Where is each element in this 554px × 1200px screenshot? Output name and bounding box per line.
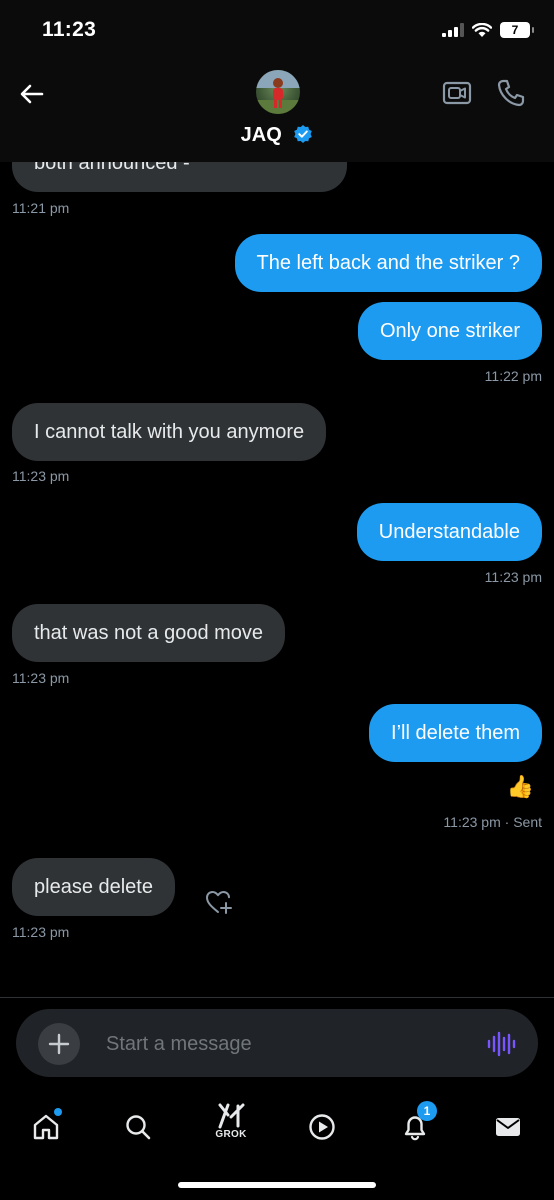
home-indicator (178, 1182, 376, 1188)
plus-icon (48, 1033, 70, 1055)
conversation-header: 11:23 7 JAQ (0, 0, 554, 162)
contact-name[interactable]: JAQ (241, 124, 282, 146)
message-timestamp: 11:23 pm (443, 814, 501, 830)
message-meta: 11:23 pm · Sent (443, 814, 542, 830)
play-circle-icon (309, 1114, 335, 1140)
message-timestamp: 11:23 pm (12, 670, 70, 686)
message-timestamp: 11:22 pm (484, 368, 542, 384)
grok-label: GROK (215, 1129, 247, 1140)
message-text: that was not a good move (34, 622, 264, 644)
composer-divider (0, 997, 554, 998)
incoming-message-bubble[interactable]: I cannot talk with you anymore (12, 403, 327, 461)
nav-search[interactable] (118, 1107, 158, 1147)
contact-name-row[interactable]: JAQ (0, 124, 554, 147)
message-text: Only one striker (379, 320, 520, 342)
message-timestamp: 11:23 pm (484, 569, 542, 585)
notifications-badge: 1 (417, 1101, 437, 1121)
home-icon (33, 1114, 59, 1140)
message-text: please delete (34, 876, 153, 898)
message-timestamp: 11:21 pm (12, 200, 70, 216)
add-reaction-heart-icon[interactable] (204, 888, 234, 916)
message-composer (16, 1009, 538, 1079)
message-text: Understandable (378, 521, 520, 543)
incoming-message-bubble[interactable]: that was not a good move (12, 604, 286, 662)
phone-call-icon[interactable] (496, 78, 526, 108)
reaction-emoji[interactable]: 👍 (507, 773, 534, 801)
back-arrow-icon[interactable] (18, 80, 46, 108)
status-time: 11:23 (42, 18, 97, 41)
mail-icon (496, 1118, 520, 1136)
outgoing-message-bubble[interactable]: Only one striker (357, 302, 542, 360)
incoming-message-bubble[interactable]: please delete (12, 858, 175, 916)
outgoing-message-bubble[interactable]: The left back and the striker ? (234, 234, 542, 292)
message-text: I cannot talk with you anymore (34, 421, 305, 443)
message-text: The left back and the striker ? (256, 252, 520, 274)
outgoing-message-bubble[interactable]: Understandable (356, 503, 542, 561)
message-timestamp: 11:23 pm (12, 924, 70, 940)
nav-home[interactable] (26, 1107, 66, 1147)
avatar-figure-icon (256, 70, 300, 114)
search-icon (126, 1115, 151, 1140)
voice-message-icon[interactable] (486, 1031, 516, 1057)
nav-video[interactable] (302, 1107, 342, 1147)
message-text: I’ll delete them (391, 722, 520, 744)
signal-icon (442, 23, 464, 37)
status-icons: 7 (442, 22, 534, 38)
message-status: · Sent (504, 814, 542, 830)
outgoing-message-bubble[interactable]: I’ll delete them (369, 704, 542, 762)
nav-messages[interactable] (488, 1107, 528, 1147)
grok-icon (218, 1103, 245, 1129)
battery-indicator: 7 (500, 22, 534, 38)
nav-grok[interactable]: GROK (211, 1103, 251, 1143)
verified-badge-icon (294, 125, 313, 143)
avatar[interactable] (256, 70, 300, 114)
wifi-icon (472, 22, 492, 37)
home-notification-dot (54, 1108, 62, 1116)
add-attachment-button[interactable] (38, 1023, 80, 1065)
video-call-icon[interactable] (442, 80, 472, 106)
nav-notifications[interactable]: 1 (395, 1101, 437, 1147)
message-input[interactable] (104, 1009, 468, 1079)
message-timestamp: 11:23 pm (12, 468, 70, 484)
